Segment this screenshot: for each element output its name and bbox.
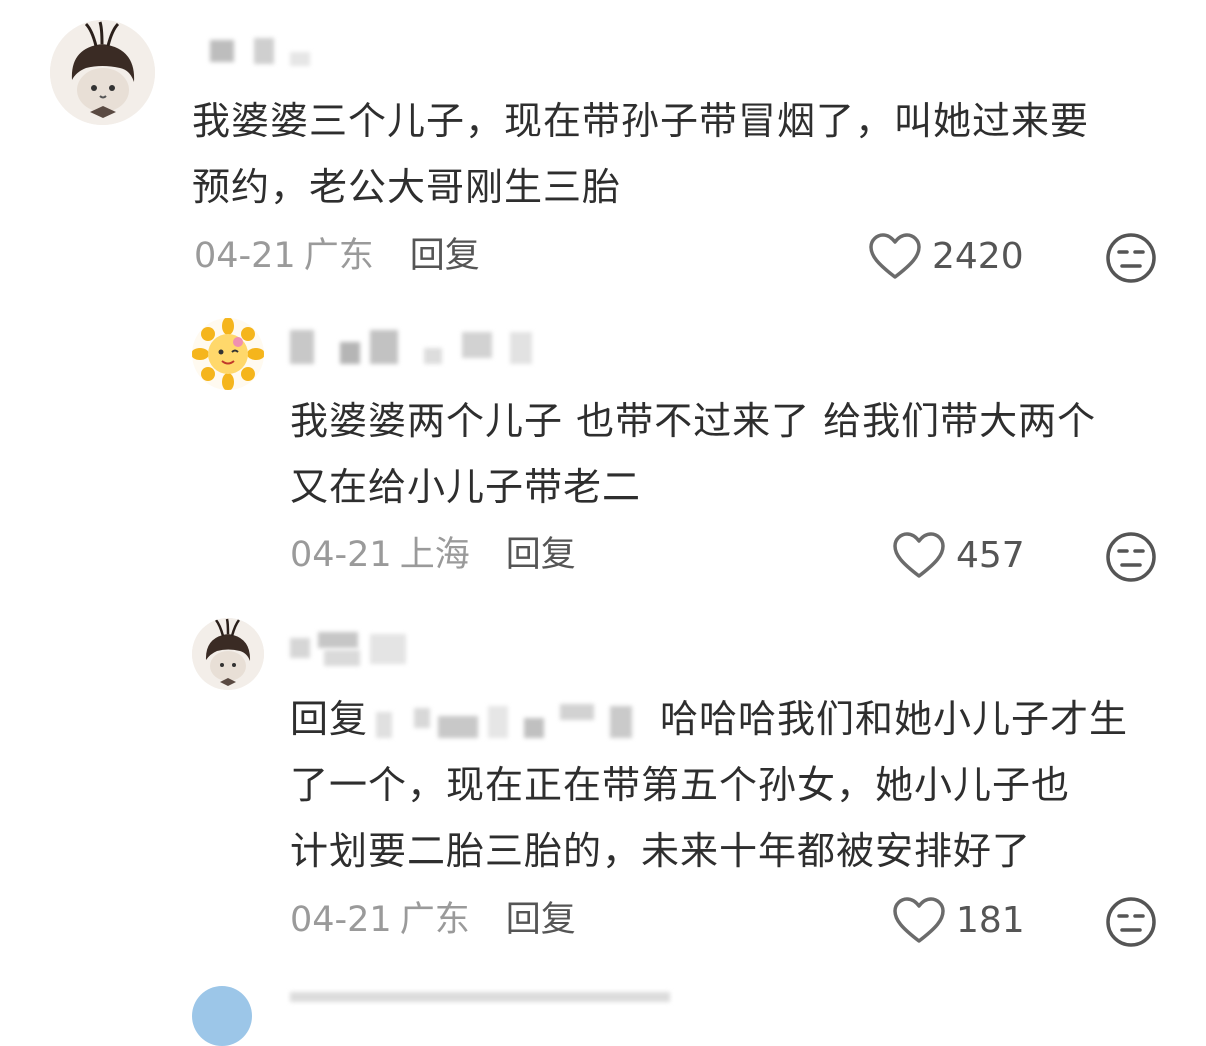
comment-text-line: 我婆婆三个儿子，现在带孙子带冒烟了，叫她过来要 — [192, 99, 1090, 143]
comment-meta: 04-21 广东 回复 — [290, 900, 576, 940]
reply-button[interactable]: 回复 — [506, 900, 576, 940]
neutral-face-icon[interactable] — [1105, 896, 1157, 948]
comment-text: 我婆婆三个儿子，现在带孙子带冒烟了，叫她过来要 预约，老公大哥刚生三胎 — [192, 88, 1089, 220]
comment-date: 04-21 — [290, 900, 392, 940]
like-button[interactable]: 457 — [892, 531, 1025, 581]
comment-text-line: 又在给小儿子带老二 — [290, 465, 642, 509]
comment-text-line: 回复 哈哈哈我们和她小儿子才生 — [290, 686, 1128, 752]
comment-date: 04-21 — [290, 535, 392, 575]
comment-location: 广东 — [303, 236, 374, 276]
like-count: 457 — [956, 535, 1025, 576]
comment-meta: 04-21 上海 回复 — [290, 535, 576, 575]
comment-date: 04-21 — [194, 236, 296, 276]
comment-text-line: 了一个，现在正在带第五个孙女，她小儿子也 — [290, 763, 1071, 807]
username-blurred[interactable] — [290, 328, 550, 368]
cat-with-wig-avatar-icon[interactable] — [192, 618, 264, 690]
heart-outline-icon — [892, 532, 946, 580]
mentioned-username-blurred[interactable] — [374, 702, 654, 742]
neutral-face-icon[interactable] — [1105, 531, 1157, 583]
heart-outline-icon — [868, 233, 922, 281]
comment-text: 我婆婆两个儿子 也带不过来了 给我们带大两个 又在给小儿子带老二 — [290, 388, 1096, 520]
reply-button[interactable]: 回复 — [506, 535, 576, 575]
sunflower-avatar-icon[interactable] — [192, 318, 264, 390]
like-button[interactable]: 181 — [892, 896, 1025, 946]
comment-text-line: 计划要二胎三胎的，未来十年都被安排好了 — [290, 829, 1032, 873]
username-blurred[interactable] — [290, 628, 420, 668]
username-blurred[interactable] — [210, 36, 320, 76]
comment-text-line: 我婆婆两个儿子 也带不过来了 给我们带大两个 — [290, 399, 1097, 443]
like-button[interactable]: 2420 — [868, 232, 1024, 282]
heart-outline-icon — [892, 897, 946, 945]
comment-location: 上海 — [399, 535, 470, 575]
reply-button[interactable]: 回复 — [410, 236, 480, 276]
reply-to-prefix: 回复 — [290, 697, 369, 741]
comment-location: 广东 — [399, 900, 470, 940]
comment-text: 回复 哈哈哈我们和她小儿子才生 了一个，现在正在带第五个孙女，她小儿子也 计划要… — [290, 686, 1128, 884]
comment-text-segment: 哈哈哈我们和她小儿子才生 — [660, 697, 1129, 741]
cat-with-wig-avatar-icon[interactable] — [50, 20, 155, 125]
neutral-face-icon[interactable] — [1105, 232, 1157, 284]
next-comment-username-blurred — [290, 992, 670, 1002]
like-count: 181 — [956, 900, 1025, 941]
next-comment-avatar[interactable] — [192, 986, 252, 1046]
comment-text-line: 预约，老公大哥刚生三胎 — [192, 165, 622, 209]
comment-meta: 04-21 广东 回复 — [194, 236, 480, 276]
like-count: 2420 — [932, 236, 1024, 277]
